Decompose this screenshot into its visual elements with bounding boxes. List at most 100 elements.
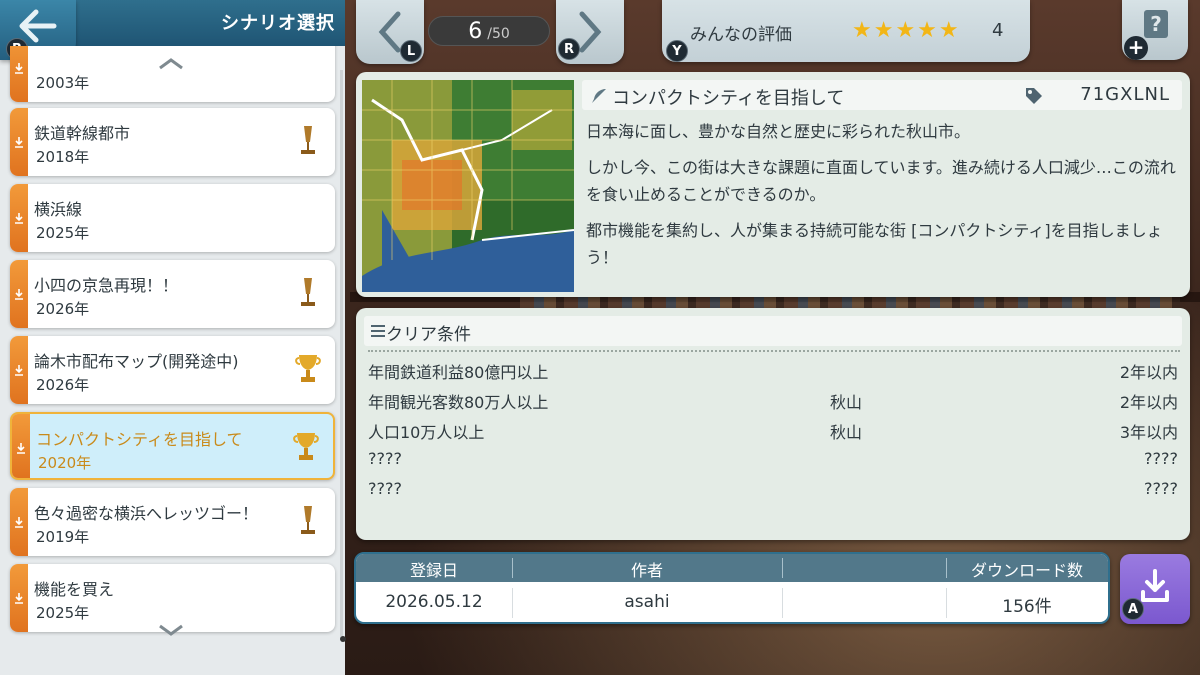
item-title: コンパクトシティを目指して [36, 430, 243, 449]
r-button-badge: R [558, 38, 580, 60]
item-stripe [10, 336, 28, 404]
item-stripe [10, 260, 28, 328]
item-year: 2025年 [36, 224, 90, 242]
list-footer [0, 636, 345, 675]
item-stripe [10, 46, 28, 102]
description-paragraph: しかし今、この街は大きな課題に直面しています。進み続ける人口減少…この流れを食い… [586, 158, 1176, 204]
column-divider [512, 588, 513, 618]
column-divider [512, 558, 513, 578]
divider [368, 350, 1180, 352]
chevron-right-icon [579, 11, 602, 53]
list-item-selected[interactable]: コンパクトシティを目指して 2020年 [10, 412, 335, 480]
list-item[interactable]: 横浜線 2025年 [10, 184, 335, 252]
item-stripe [12, 414, 30, 478]
city-map-thumbnail [362, 80, 574, 292]
list-item[interactable]: 鉄道幹線都市 2018年 [10, 108, 335, 176]
scroll-down-icon[interactable] [158, 624, 184, 636]
page-total: /50 [487, 26, 510, 42]
gold-trophy-icon [293, 433, 319, 460]
back-arrow-icon [19, 9, 57, 43]
item-stripe [10, 488, 28, 556]
page-title: シナリオ選択 [221, 13, 335, 34]
description-paragraph: 都市機能を集約し、人が集まる持続可能な街 [コンパクトシティ]を目指しましょう！ [586, 221, 1163, 267]
condition-limit: 2年以内 [1119, 393, 1178, 412]
prev-button[interactable]: L [356, 0, 424, 64]
list-icon [371, 325, 385, 337]
condition-text: 年間鉄道利益80億円以上 [368, 363, 549, 382]
gold-trophy-icon [295, 355, 321, 382]
list-item[interactable]: 2003年 [10, 46, 335, 102]
scroll-up-icon[interactable] [158, 58, 184, 70]
bronze-trophy-icon [301, 126, 315, 154]
item-title: 小四の京急再現！！ [34, 276, 179, 295]
clear-conditions-panel: クリア条件 年間鉄道利益80億円以上 2年以内 年間観光客数80万人以上 秋山 … [356, 308, 1190, 540]
column-divider [782, 558, 783, 578]
page-current: 6 [468, 19, 483, 44]
list-item[interactable]: 小四の京急再現！！ 2026年 [10, 260, 335, 328]
scenario-title-bar: コンパクトシティを目指して 71GXLNL [582, 80, 1182, 110]
scenario-list[interactable]: 2003年 鉄道幹線都市 2018年 横浜線 2025年 小四の京急再現！！ 2… [0, 46, 345, 636]
condition-text: 人口10万人以上 [368, 423, 485, 442]
scenario-info-table: 登録日 作者 ダウンロード数 2026.05.12 asahi 156件 [354, 552, 1110, 624]
conditions-header: クリア条件 [364, 316, 1182, 346]
feather-icon [592, 89, 606, 103]
value-author: asahi [624, 592, 670, 612]
column-divider [782, 588, 783, 618]
condition-row: ???? ???? [368, 476, 1178, 504]
condition-row: 人口10万人以上 秋山 3年以内 [368, 416, 1178, 444]
scenario-title: コンパクトシティを目指して [612, 88, 845, 109]
rating-count: 4 [992, 20, 1004, 41]
download-button[interactable]: A [1120, 554, 1190, 624]
item-year: 2025年 [36, 604, 90, 622]
list-item[interactable]: 機能を買え 2025年 [10, 564, 335, 632]
item-title: 機能を買え [34, 580, 115, 599]
header-date: 登録日 [409, 561, 458, 580]
condition-place: 秋山 [830, 423, 863, 442]
condition-limit: ???? [1144, 449, 1178, 468]
download-mini-icon [15, 365, 23, 376]
condition-limit: 2年以内 [1119, 363, 1178, 382]
item-title: 論木市配布マップ(開発途中) [34, 352, 239, 371]
list-item[interactable]: 論木市配布マップ(開発途中) 2026年 [10, 336, 335, 404]
item-year: 2020年 [38, 454, 92, 472]
bronze-trophy-icon [301, 278, 315, 306]
list-item[interactable]: 色々過密な横浜へレッツゴー！ 2019年 [10, 488, 335, 556]
svg-text:?: ? [1150, 12, 1162, 36]
value-downloads: 156件 [1002, 597, 1052, 617]
item-year: 2019年 [36, 528, 90, 546]
item-year: 2003年 [36, 74, 90, 92]
condition-place: 秋山 [830, 393, 863, 412]
help-book-icon: ? [1144, 10, 1168, 38]
description-paragraph: 日本海に面し、豊かな自然と歴史に彩られた秋山市。 [586, 122, 971, 141]
item-title: 横浜線 [34, 200, 83, 219]
download-icon [1141, 569, 1169, 602]
rating-stars: ★★★★★ [852, 18, 961, 43]
condition-text: ???? [368, 449, 402, 468]
condition-text: ???? [368, 479, 402, 498]
condition-row: 年間鉄道利益80億円以上 2年以内 [368, 356, 1178, 384]
column-divider [946, 588, 947, 618]
item-stripe [10, 564, 28, 632]
item-title: 色々過密な横浜へレッツゴー！ [34, 504, 259, 523]
item-stripe [10, 184, 28, 252]
page-indicator: 6 /50 [428, 16, 550, 46]
item-year: 2026年 [36, 376, 90, 394]
scenario-list-panel: シナリオ選択 B 2003年 鉄道幹線都市 2018年 [0, 0, 346, 675]
plus-icon[interactable]: + [1124, 36, 1148, 60]
condition-limit: ???? [1144, 479, 1178, 498]
l-button-badge: L [400, 40, 422, 62]
download-mini-icon [17, 443, 25, 454]
scenario-detail-panel: コンパクトシティを目指して 71GXLNL 日本海に面し、豊かな自然と歴史に彩ら… [356, 72, 1190, 297]
download-mini-icon [15, 63, 23, 74]
header-author: 作者 [630, 561, 663, 580]
header-downloads: ダウンロード数 [970, 561, 1083, 580]
list-scrollbar[interactable] [340, 70, 343, 640]
download-mini-icon [15, 137, 23, 148]
rating-label: みんなの評価 [690, 25, 792, 45]
conditions-title: クリア条件 [386, 325, 471, 345]
rating-button[interactable]: みんなの評価 ★★★★★ 4 Y [662, 0, 1030, 62]
column-divider [946, 558, 947, 578]
value-date: 2026.05.12 [385, 592, 483, 612]
list-scroll-thumb[interactable] [340, 636, 346, 642]
next-button[interactable]: R [556, 0, 624, 64]
